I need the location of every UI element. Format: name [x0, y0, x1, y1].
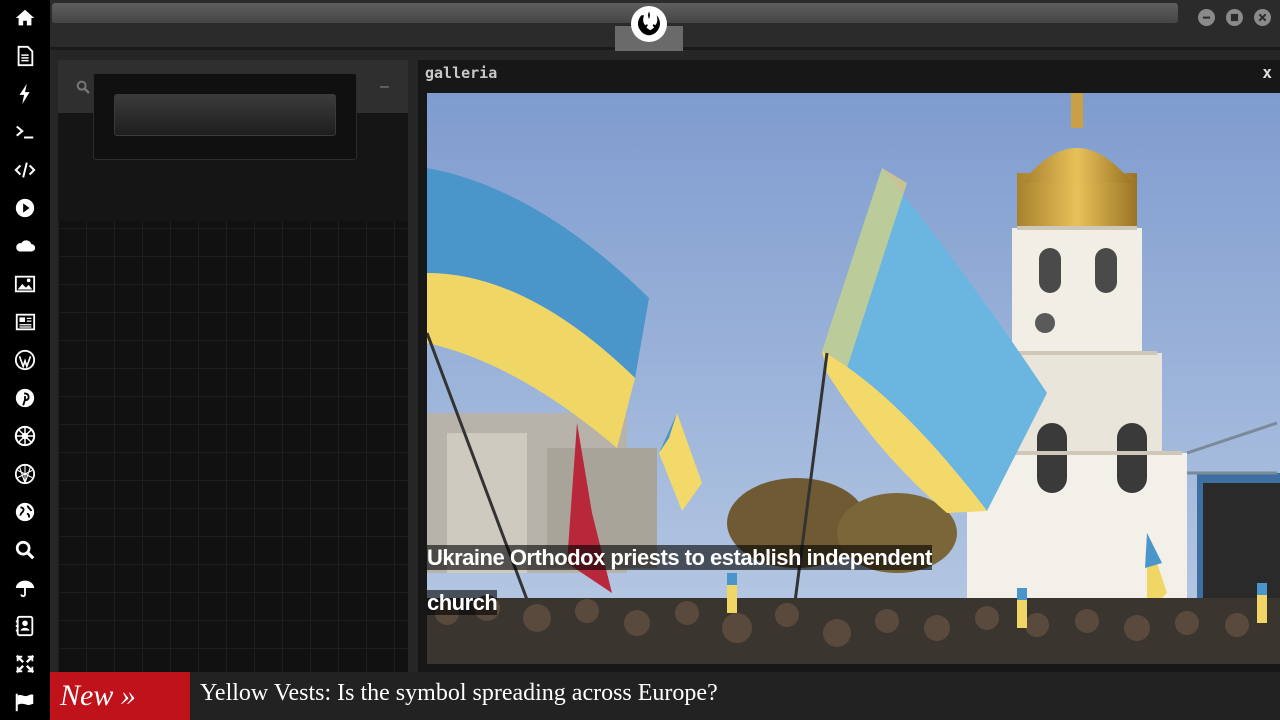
search-input[interactable] [114, 94, 336, 136]
ticker-headline[interactable]: Yellow Vests: Is the symbol spreading ac… [200, 680, 718, 707]
flag-icon[interactable] [0, 684, 50, 720]
newspaper-icon[interactable] [0, 304, 50, 340]
contact-book-icon[interactable] [0, 608, 50, 644]
desktop-area: – galleria x Ukraine Orthodox priests to… [50, 0, 1280, 672]
search-icon[interactable] [0, 532, 50, 568]
window-title: galleria [425, 64, 498, 82]
maximize-button[interactable] [1226, 9, 1243, 26]
rebel-alliance-logo-icon[interactable] [631, 6, 667, 42]
network-globe-icon[interactable] [0, 456, 50, 492]
minimize-button[interactable] [1198, 9, 1215, 26]
top-strip[interactable] [52, 3, 1178, 23]
code-icon[interactable] [0, 152, 50, 188]
new-badge: New » [50, 672, 190, 720]
bolt-icon[interactable] [0, 76, 50, 112]
close-window-button[interactable]: x [1262, 63, 1272, 82]
news-photo[interactable]: Ukraine Orthodox priests to establish in… [427, 93, 1280, 664]
panel-minimize-button[interactable]: – [380, 78, 389, 96]
document-icon[interactable] [0, 38, 50, 74]
terminal-icon[interactable] [0, 114, 50, 150]
app-dock [0, 0, 50, 720]
wordpress-icon[interactable] [0, 342, 50, 378]
umbrella-icon[interactable] [0, 570, 50, 606]
image-icon[interactable] [0, 266, 50, 302]
expand-arrows-icon[interactable] [0, 646, 50, 682]
cloud-icon[interactable] [0, 228, 50, 264]
pinterest-icon[interactable] [0, 380, 50, 416]
close-button[interactable] [1254, 9, 1271, 26]
play-icon[interactable] [0, 190, 50, 226]
home-icon[interactable] [0, 0, 50, 36]
photo-caption[interactable]: Ukraine Orthodox priests to establish in… [427, 535, 967, 625]
globe-icon[interactable] [0, 494, 50, 530]
galleria-window: galleria x Ukraine Orthodox priests to e… [418, 60, 1280, 672]
top-bar [50, 0, 1280, 51]
search-icon[interactable] [75, 79, 91, 95]
empire-icon[interactable] [0, 418, 50, 454]
news-ticker: New » Yellow Vests: Is the symbol spread… [50, 672, 1280, 720]
